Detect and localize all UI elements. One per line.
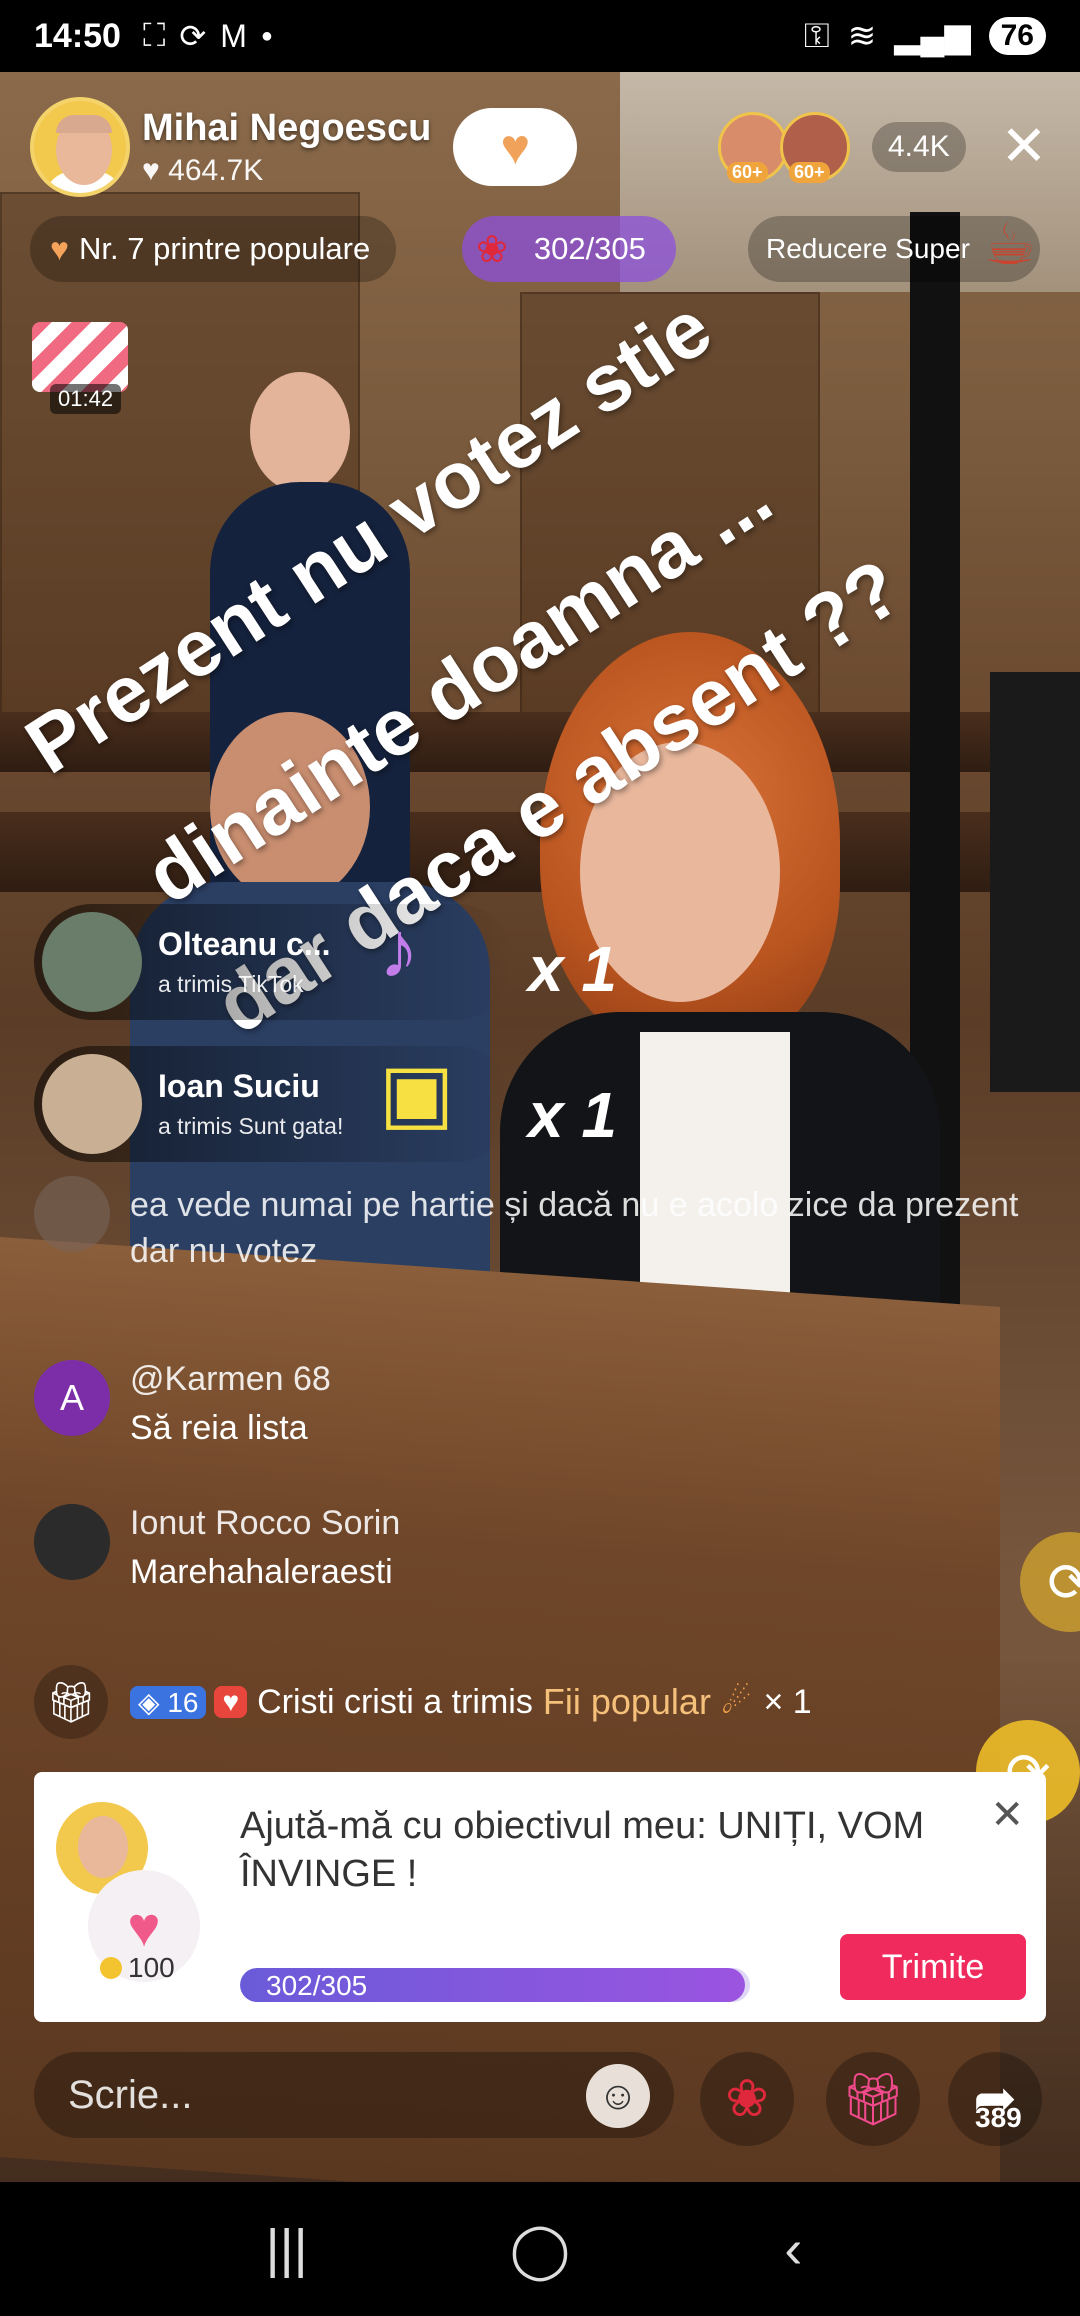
level-number: 16 — [167, 1686, 199, 1718]
gift-price: 100 — [100, 1952, 175, 1984]
rose-icon: ❀ — [476, 228, 508, 271]
box-timer: 01:42 — [50, 384, 122, 414]
signal-icon: ▂▄▆ — [894, 17, 971, 55]
screenshot-icon: ⛶ — [142, 17, 166, 53]
gift-sender: Olteanu c... — [158, 926, 331, 962]
sync-icon: ⟳ — [179, 18, 207, 54]
gift-button[interactable]: 🎁︎ — [826, 2052, 920, 2146]
close-icon[interactable]: ✕ — [996, 118, 1052, 174]
android-nav-bar: ||| ◯ ‹ — [0, 2182, 1080, 2316]
heart-icon: ♥ — [142, 153, 160, 187]
close-icon[interactable]: ✕ — [990, 1792, 1024, 1838]
goal-progress-text: 302/305 — [266, 1970, 368, 2001]
goal-title: Ajută-mă cu obiectivul meu: UNIȚI, VOM Î… — [240, 1805, 925, 1895]
back-icon[interactable]: ‹ — [743, 2218, 843, 2280]
goal-card: ♥ 100 Ajută-mă cu obiectivul meu: UNIȚI,… — [34, 1772, 1046, 2022]
comment-input[interactable]: Scrie... — [34, 2052, 674, 2138]
gift-sender: Ioan Suciu — [158, 1068, 320, 1104]
fan-badge-icon: ♥ — [214, 1686, 248, 1718]
status-time: 14:50 — [34, 16, 121, 55]
viewer-avatar[interactable]: 60+ — [718, 112, 788, 183]
follow-badge: 1 — [536, 147, 548, 169]
gift-system-gift: Fii popular — [542, 1681, 711, 1722]
gift-notification: Olteanu c... a trimis TikTok ♪ — [34, 904, 514, 1020]
top-viewers[interactable]: 60+ 60+ 4.4K — [718, 112, 966, 183]
dot-icon: ● — [260, 24, 273, 47]
key-icon: ⚿ — [803, 16, 830, 55]
user-avatar — [42, 912, 142, 1012]
gift-system-multiplier: × 1 — [763, 1682, 812, 1721]
gift-notification: Ioan Suciu a trimis Sunt gata! ▣ — [34, 1046, 514, 1162]
chat-message: ea vede numai pe hartie și dacă nu e aco… — [34, 1176, 1044, 1274]
tiktok-gift-icon: ♪ — [379, 905, 419, 994]
home-icon[interactable]: ◯ — [490, 2218, 590, 2281]
heart-broken-icon: ♥ — [50, 230, 69, 267]
promo-label: Reducere Super — [766, 233, 970, 264]
gift-multiplier: x 1 — [528, 933, 617, 1005]
gift-box-icon — [32, 322, 128, 392]
promo-pill[interactable]: Reducere Super ☕ — [748, 212, 1040, 282]
user-avatar — [34, 1176, 110, 1252]
emoji-icon[interactable]: ☺ — [586, 2064, 650, 2128]
heart-icon: ♥ — [500, 119, 531, 175]
goal-progress: 302/305 — [533, 231, 646, 266]
gift-multiplier: x 1 — [528, 1079, 617, 1151]
user-avatar — [42, 1054, 142, 1154]
level-badge: ◈ 16 — [130, 1685, 207, 1719]
viewer-rank: 60+ — [789, 162, 830, 183]
chat-message: A @Karmen 68 Să reia lista — [34, 1360, 1044, 1451]
follow-button[interactable]: ♥ 1 — [453, 108, 578, 186]
cup-icon: ☕ — [983, 212, 1036, 277]
treasure-box[interactable]: 01:42 — [32, 322, 132, 418]
host-card[interactable]: Mihai Negoescu ♥ 464.7K ♥ 1 — [30, 97, 578, 197]
share-count: 389 — [975, 2102, 1022, 2133]
user-avatar — [34, 1504, 110, 1580]
host-likes: ♥ 464.7K — [142, 154, 431, 188]
rank-label: Nr. 7 printre populare — [79, 231, 371, 266]
coin-icon — [100, 1957, 122, 1979]
chat-username[interactable]: Ionut Rocco Sorin — [130, 1504, 400, 1543]
recent-apps-icon[interactable]: ||| — [237, 2218, 337, 2280]
chat-username[interactable]: @Karmen 68 — [130, 1360, 331, 1399]
rose-gift-button[interactable]: ❀ — [700, 2052, 794, 2146]
chat-message: Ionut Rocco Sorin Marehahaleraesti — [34, 1504, 1044, 1595]
spongebob-gift-icon: ▣ — [379, 1048, 455, 1137]
user-avatar: A — [34, 1360, 110, 1436]
host-avatar[interactable] — [30, 97, 130, 197]
host-name: Mihai Negoescu — [142, 106, 432, 149]
chat-text: Să reia lista — [130, 1409, 308, 1447]
status-bar: 14:50 ⛶ ⟳ M ● ⚿ ≋ ▂▄▆ 76 — [0, 0, 1080, 72]
monitor — [990, 672, 1080, 1092]
goal-progress-bar: 302/305 — [240, 1968, 750, 2002]
send-button[interactable]: Trimite — [840, 1934, 1026, 2000]
viewer-avatar[interactable]: 60+ — [780, 112, 850, 183]
viewer-count[interactable]: 4.4K — [872, 122, 966, 172]
wifi-icon: ≋ — [847, 17, 877, 55]
likes-count: 464.7K — [168, 153, 264, 187]
gift-action: a trimis TikTok — [158, 971, 304, 997]
gmail-icon: M — [220, 17, 247, 54]
coin-amount: 100 — [128, 1952, 175, 1983]
goal-pill[interactable]: ❀ 302/305 — [462, 216, 676, 282]
popularity-rank-pill[interactable]: ♥ Nr. 7 printre populare — [30, 216, 397, 282]
gift-icon: 🎁︎ — [34, 1665, 108, 1739]
popular-gift-icon: ☄ — [720, 1683, 752, 1721]
battery-indicator: 76 — [988, 17, 1046, 55]
chat-text: ea vede numai pe hartie și dacă nu e aco… — [130, 1186, 1019, 1270]
gift-action: a trimis Sunt gata! — [158, 1113, 344, 1139]
gift-system-text: Cristi cristi a trimis — [257, 1682, 533, 1721]
gift-system-message: 🎁︎ ◈ 16 ♥ Cristi cristi a trimis Fii pop… — [34, 1665, 812, 1739]
chat-text: Marehahaleraesti — [130, 1553, 393, 1591]
viewer-rank: 60+ — [727, 162, 768, 183]
